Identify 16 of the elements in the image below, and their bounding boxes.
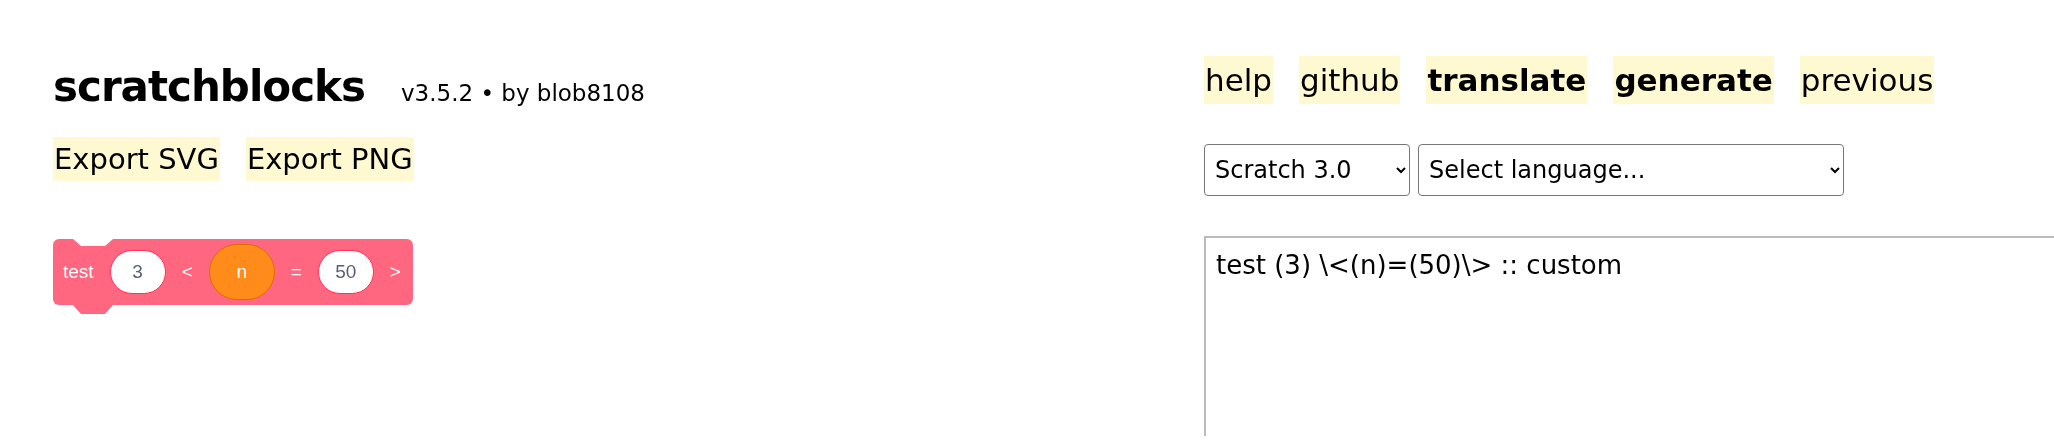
export-link[interactable]: Export PNG <box>245 137 414 181</box>
block-text: > <box>389 261 401 283</box>
nav-link[interactable]: generate <box>1613 56 1774 104</box>
language-select[interactable]: Select language... <box>1418 144 1844 196</box>
block-text: = <box>290 261 302 283</box>
nav-link[interactable]: help <box>1204 56 1273 104</box>
export-link[interactable]: Export SVG <box>53 137 220 181</box>
nav-link[interactable]: github <box>1299 56 1401 104</box>
version-select[interactable]: Scratch 3.0 <box>1204 144 1410 196</box>
nav-link[interactable]: translate <box>1426 56 1588 104</box>
block-text: < <box>181 261 193 283</box>
code-editor[interactable]: test (3) \<(n)=(50)\> :: custom <box>1204 236 2054 436</box>
site-title: scratchblocks <box>53 62 365 111</box>
version-text: v3.5.2 • by blob8108 <box>400 80 645 106</box>
nav-link[interactable]: previous <box>1799 56 1935 104</box>
block-text: test <box>63 261 94 283</box>
